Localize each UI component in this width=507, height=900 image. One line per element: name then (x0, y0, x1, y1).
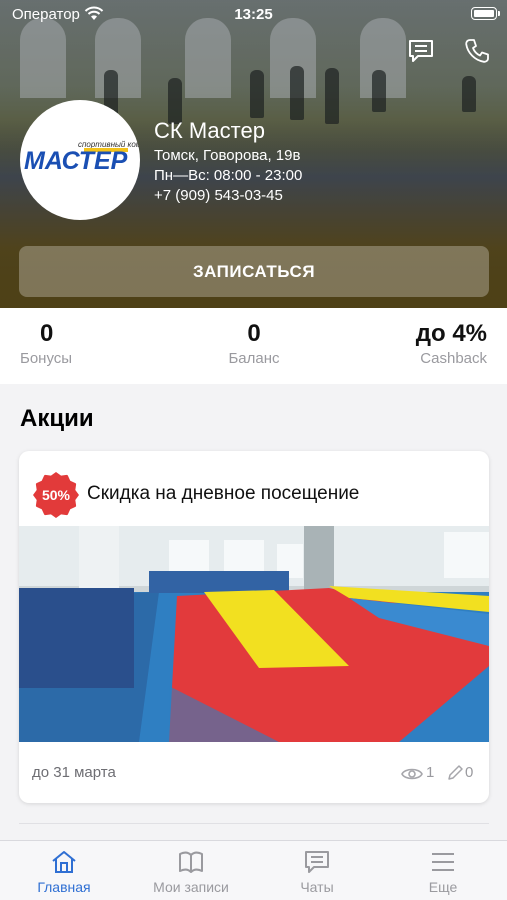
cashback-value: до 4% (415, 320, 487, 347)
tab-more[interactable]: Еще (388, 849, 498, 895)
promotion-expiry: до 31 марта (32, 764, 116, 781)
balance-value: 0 (247, 320, 261, 347)
bonus-value: 0 (40, 320, 54, 347)
bonus-stat[interactable]: 0 Бонусы (20, 320, 72, 367)
logo-wordmark: МАСТЕР (24, 147, 128, 175)
chat-icon (305, 851, 329, 873)
club-logo: спортивный комплекс МАСТЕР (20, 100, 140, 220)
discount-badge: 50% (33, 472, 79, 518)
battery-icon (471, 7, 500, 20)
tab-more-label: Еще (428, 879, 458, 895)
tab-chats[interactable]: Чаты (262, 849, 372, 895)
tab-my-bookings[interactable]: Мои записи (136, 849, 246, 895)
cashback-stat[interactable]: до 4% Cashback (416, 320, 487, 367)
tab-bar: Главная Мои записи Чаты Еще (0, 840, 507, 900)
menu-icon (432, 853, 454, 871)
eye-icon (401, 768, 423, 780)
views-count: 1 (426, 764, 435, 781)
edits-count: 0 (465, 764, 474, 781)
tab-chats-label: Чаты (300, 879, 334, 895)
stats-bar: 0 Бонусы 0 Баланс до 4% Cashback (0, 308, 507, 384)
bonus-label: Бонусы (20, 350, 73, 367)
home-icon (52, 851, 76, 873)
pencil-icon (448, 765, 463, 780)
club-phone[interactable]: +7 (909) 543-03-45 (154, 187, 283, 204)
status-bar: Оператор 13:25 (0, 0, 507, 28)
promotion-title: Скидка на дневное посещение (87, 483, 360, 504)
club-address[interactable]: Томск, Говорова, 19в (154, 147, 300, 164)
promotion-photo (19, 526, 489, 742)
status-time: 13:25 (234, 6, 273, 23)
promotion-card[interactable]: 50% Скидка на дневное посещение до 31 ма… (19, 451, 489, 803)
tab-bookings-label: Мои записи (153, 879, 229, 895)
club-hours: Пн—Вс: 08:00 - 23:00 (154, 167, 303, 184)
promotions-heading: Акции (20, 405, 94, 432)
tab-home-label: Главная (37, 879, 91, 895)
cashback-label: Cashback (420, 350, 487, 367)
club-name: СК Мастер (154, 118, 265, 143)
balance-label: Баланс (228, 350, 280, 367)
book-icon (179, 851, 203, 873)
balance-stat[interactable]: 0 Баланс (210, 320, 298, 367)
chat-icon[interactable] (406, 36, 436, 66)
tab-home[interactable]: Главная (9, 849, 119, 895)
signup-button[interactable]: ЗАПИСАТЬСЯ (19, 246, 489, 297)
phone-icon[interactable] (462, 36, 492, 66)
